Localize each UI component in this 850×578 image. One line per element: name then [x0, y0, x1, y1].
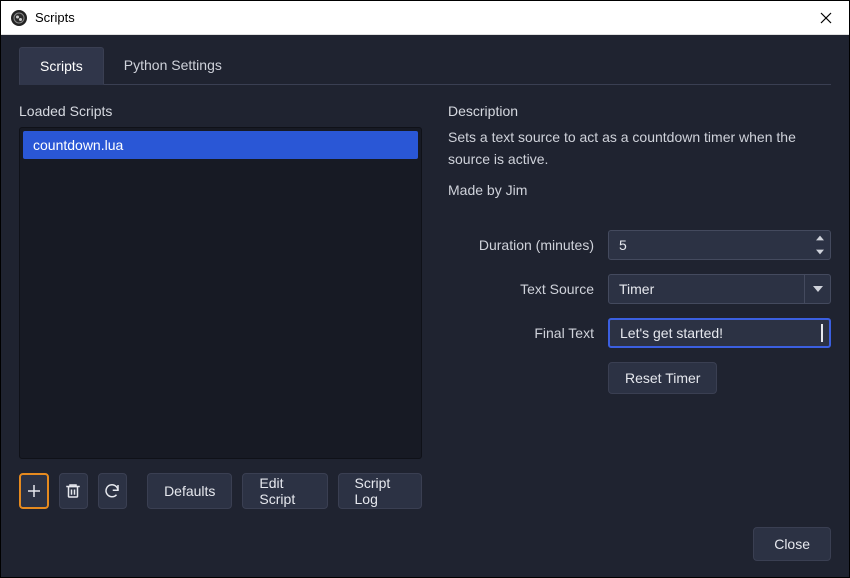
description-label: Description: [448, 103, 831, 119]
app-icon: [11, 10, 27, 26]
prop-row-text-source: Text Source Timer: [448, 274, 831, 304]
plus-icon: [25, 482, 43, 500]
add-script-button[interactable]: [19, 473, 49, 509]
duration-label: Duration (minutes): [448, 237, 608, 253]
edit-script-button[interactable]: Edit Script: [242, 473, 327, 509]
text-source-combobox[interactable]: Timer: [608, 274, 831, 304]
reset-timer-button[interactable]: Reset Timer: [608, 362, 717, 394]
right-column: Description Sets a text source to act as…: [448, 103, 831, 509]
script-properties: Duration (minutes) T: [448, 230, 831, 394]
dialog-footer: Close: [19, 509, 831, 561]
chevron-down-icon: [813, 286, 823, 292]
loaded-scripts-label: Loaded Scripts: [19, 103, 422, 119]
main-row: Loaded Scripts countdown.lua Defaults: [19, 103, 831, 509]
chevron-down-icon: [816, 249, 824, 255]
close-icon: [820, 12, 832, 24]
prop-row-final-text: Final Text: [448, 318, 831, 348]
script-list[interactable]: countdown.lua: [19, 127, 422, 459]
tab-bar: Scripts Python Settings: [19, 47, 831, 85]
description-text-2: Made by Jim: [448, 180, 831, 202]
trash-icon: [64, 482, 82, 500]
defaults-button[interactable]: Defaults: [147, 473, 232, 509]
duration-step-up[interactable]: [810, 231, 830, 245]
text-cursor: [821, 324, 823, 342]
chevron-up-icon: [816, 235, 824, 241]
left-column: Loaded Scripts countdown.lua Defaults: [19, 103, 422, 509]
tab-python-settings[interactable]: Python Settings: [104, 47, 242, 84]
content-area: Scripts Python Settings Loaded Scripts c…: [1, 35, 849, 577]
close-button[interactable]: Close: [753, 527, 831, 561]
refresh-icon: [103, 482, 121, 500]
script-toolbar: Defaults Edit Script Script Log: [19, 473, 422, 509]
prop-row-reset: Reset Timer: [448, 362, 831, 394]
tab-scripts[interactable]: Scripts: [19, 47, 104, 85]
final-text-label: Final Text: [448, 325, 608, 341]
text-source-value: Timer: [609, 281, 804, 297]
reload-scripts-button[interactable]: [98, 473, 127, 509]
window-close-button[interactable]: [803, 1, 849, 35]
remove-script-button[interactable]: [59, 473, 88, 509]
duration-spinbox[interactable]: [608, 230, 831, 260]
combobox-arrow[interactable]: [804, 275, 830, 303]
titlebar: Scripts: [1, 1, 849, 35]
final-text-input[interactable]: [608, 318, 831, 348]
scripts-window: Scripts Scripts Python Settings Loaded S…: [0, 0, 850, 578]
description-text-1: Sets a text source to act as a countdown…: [448, 127, 831, 170]
prop-row-duration: Duration (minutes): [448, 230, 831, 260]
script-log-button[interactable]: Script Log: [338, 473, 422, 509]
text-source-label: Text Source: [448, 281, 608, 297]
duration-input[interactable]: [609, 231, 810, 259]
duration-step-down[interactable]: [810, 245, 830, 259]
window-title: Scripts: [35, 10, 75, 25]
script-item-countdown[interactable]: countdown.lua: [23, 131, 418, 159]
